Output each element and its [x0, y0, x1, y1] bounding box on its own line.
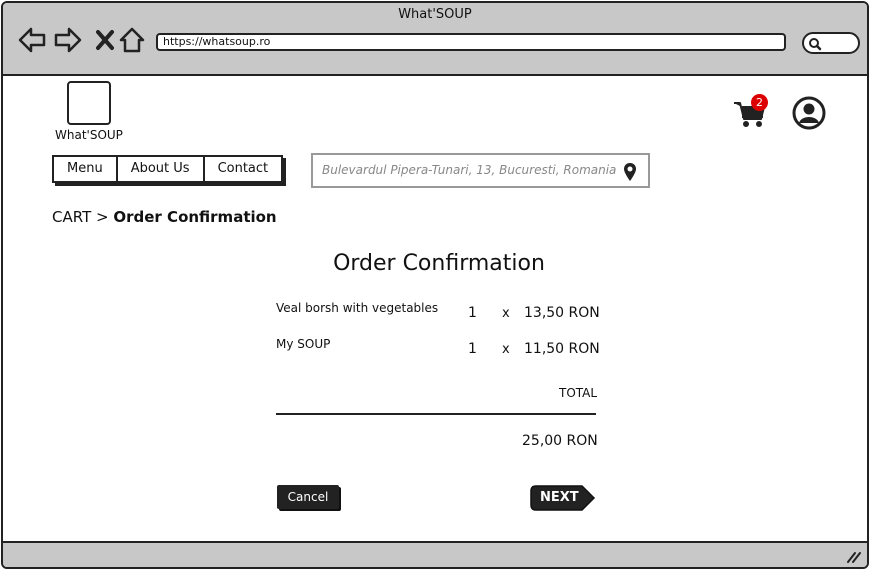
order-item-name: My SOUP: [276, 337, 331, 351]
address-text: Bulevardul Pipera-Tunari, 13, Bucuresti,…: [322, 163, 617, 177]
resize-grip-icon[interactable]: [845, 550, 861, 564]
user-avatar-icon[interactable]: [792, 96, 826, 130]
breadcrumb-cart[interactable]: CART: [52, 208, 91, 226]
nav-item-menu[interactable]: Menu: [54, 157, 118, 181]
order-item-times: x: [502, 306, 510, 321]
breadcrumb-current: Order Confirmation: [113, 208, 277, 226]
url-bar[interactable]: https://whatsoup.ro: [156, 33, 786, 51]
order-item-times: x: [502, 342, 510, 357]
order-item-price: 13,50 RON: [524, 305, 600, 321]
browser-window: What'SOUP https://whatsoup.ro What'SOUP …: [1, 1, 869, 569]
next-button[interactable]: NEXT: [530, 485, 596, 511]
nav-item-about-us[interactable]: About Us: [118, 157, 205, 181]
location-pin-icon: [624, 163, 636, 181]
cancel-button[interactable]: Cancel: [277, 485, 339, 509]
total-label: TOTAL: [559, 386, 598, 400]
search-icon: [809, 38, 822, 51]
back-arrow-icon[interactable]: [17, 25, 47, 55]
page-title: Order Confirmation: [333, 251, 545, 276]
breadcrumb-separator: >: [96, 208, 109, 226]
forward-arrow-icon[interactable]: [53, 25, 83, 55]
logo-text: What'SOUP: [55, 128, 123, 142]
logo-image[interactable]: [67, 81, 111, 125]
window-title: What'SOUP: [398, 7, 472, 22]
address-field[interactable]: Bulevardul Pipera-Tunari, 13, Bucuresti,…: [311, 153, 650, 188]
nav-item-contact[interactable]: Contact: [205, 157, 282, 181]
total-divider: [276, 413, 596, 415]
next-button-label: NEXT: [540, 490, 579, 505]
order-item-name: Veal borsh with vegetables: [276, 301, 439, 315]
main-nav: Menu About Us Contact: [52, 155, 284, 183]
breadcrumb: CART > Order Confirmation: [52, 208, 277, 226]
total-value: 25,00 RON: [522, 433, 598, 449]
order-item-price: 11,50 RON: [524, 341, 600, 357]
home-icon[interactable]: [117, 25, 147, 55]
browser-search-field[interactable]: [802, 32, 860, 54]
browser-titlebar: What'SOUP https://whatsoup.ro: [3, 3, 867, 76]
order-item-qty: 1: [468, 305, 477, 321]
order-item-qty: 1: [468, 341, 477, 357]
browser-statusbar: [3, 541, 867, 567]
cart-count-badge: 2: [751, 94, 768, 111]
